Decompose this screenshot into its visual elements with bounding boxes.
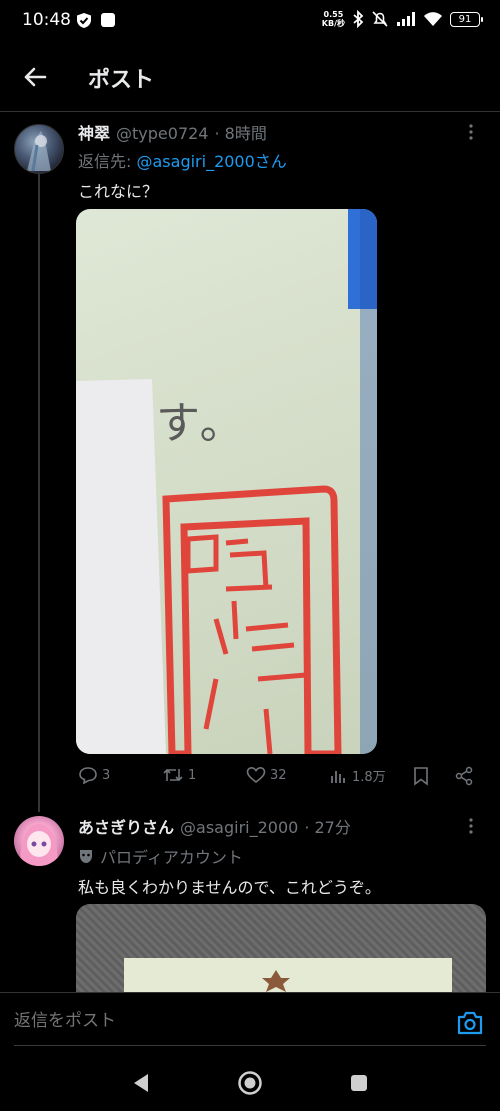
reply-context: 返信先: @asagiri_2000さん — [78, 148, 287, 172]
photo-content — [124, 958, 452, 1004]
net-speed-value: 0.55 — [323, 10, 344, 19]
like-count: 32 — [270, 767, 287, 783]
view-count: 1.8万 — [352, 770, 386, 785]
back-button[interactable] — [18, 60, 52, 94]
camera-icon — [457, 1011, 483, 1035]
page-title: ポスト — [88, 68, 155, 93]
reply-input[interactable] — [14, 1011, 414, 1031]
nav-recents-button[interactable] — [344, 1068, 374, 1098]
photo-caption-text: す。 — [156, 398, 248, 449]
status-left-icons — [76, 12, 116, 29]
arrow-left-icon — [24, 67, 47, 87]
mask-icon — [80, 850, 92, 863]
bookmark-icon — [414, 767, 428, 786]
like-button[interactable]: 32 — [246, 766, 287, 784]
reply-composer — [0, 992, 500, 1054]
signal-icon — [397, 12, 415, 26]
circle-home-icon — [238, 1071, 262, 1095]
reply-count: 3 — [102, 767, 111, 783]
reply-icon — [79, 767, 97, 784]
net-speed: 0.55 KB/秒 — [322, 10, 345, 28]
repost-icon — [163, 768, 183, 782]
shield-icon — [77, 13, 91, 28]
more-options-button[interactable] — [462, 818, 480, 838]
nav-home-button[interactable] — [235, 1068, 265, 1098]
top-header: ポスト — [0, 42, 500, 112]
post-time[interactable]: · 8時間 — [214, 120, 266, 144]
reply-button[interactable]: 3 — [78, 766, 110, 784]
tweet-header: あさぎりさん @asagiri_2000 · 27分 — [78, 814, 351, 838]
tweet-photo[interactable] — [76, 904, 486, 1004]
photo-content — [76, 209, 377, 754]
bookmark-button[interactable] — [413, 766, 429, 786]
wifi-icon — [424, 12, 442, 26]
tweet-actions: 3 1 32 1.8万 — [78, 766, 478, 792]
triangle-back-icon — [134, 1074, 148, 1092]
user-handle[interactable]: @type0724 — [116, 124, 208, 143]
app-notification-icon — [101, 13, 115, 27]
more-options-button[interactable] — [462, 124, 480, 144]
status-bar: 10:48 0.55 KB/秒 91 — [0, 0, 500, 42]
share-icon — [455, 766, 473, 786]
reply-prefix: 返信先: — [78, 152, 132, 171]
tweet-photo[interactable]: す。 — [76, 209, 377, 754]
camera-button[interactable] — [456, 1010, 484, 1036]
avatar-art — [20, 824, 58, 866]
heart-icon — [246, 766, 266, 784]
display-name[interactable]: あさぎりさん — [78, 814, 174, 838]
analytics-icon — [331, 770, 345, 783]
battery-indicator: 91 — [450, 11, 483, 27]
status-time: 10:48 — [22, 10, 71, 30]
share-button[interactable] — [454, 766, 474, 786]
parody-label: パロディアカウント — [78, 844, 243, 868]
more-vertical-icon — [469, 818, 473, 834]
avatar[interactable] — [14, 816, 64, 866]
more-vertical-icon — [469, 124, 473, 140]
nav-back-button[interactable] — [126, 1068, 156, 1098]
display-name[interactable]: 神翠 — [78, 120, 110, 144]
avatar[interactable] — [14, 124, 64, 174]
user-handle[interactable]: @asagiri_2000 — [180, 818, 298, 837]
bluetooth-icon — [353, 10, 364, 28]
composer-divider — [14, 1045, 486, 1046]
tweet-text: これなに？ — [78, 182, 159, 201]
views-button[interactable]: 1.8万 — [330, 766, 386, 785]
status-right-icons: 0.55 KB/秒 91 — [322, 10, 483, 28]
thread-connector — [38, 172, 40, 812]
reply-mention-link[interactable]: @asagiri_2000さん — [137, 152, 287, 171]
post-time[interactable]: · 27分 — [304, 814, 351, 838]
net-speed-unit: KB/秒 — [321, 19, 345, 28]
parody-label-text: パロディアカウント — [100, 848, 243, 867]
tweet-header: 神翠 @type0724 · 8時間 — [78, 120, 267, 144]
avatar-art — [27, 131, 51, 172]
system-nav-bar — [0, 1054, 500, 1111]
repost-count: 1 — [188, 767, 197, 783]
square-recents-icon — [351, 1075, 367, 1091]
mute-icon — [372, 11, 388, 27]
tweet-text: 私も良くわかりませんので、これどうぞ。 — [78, 878, 381, 897]
repost-button[interactable]: 1 — [162, 766, 196, 784]
